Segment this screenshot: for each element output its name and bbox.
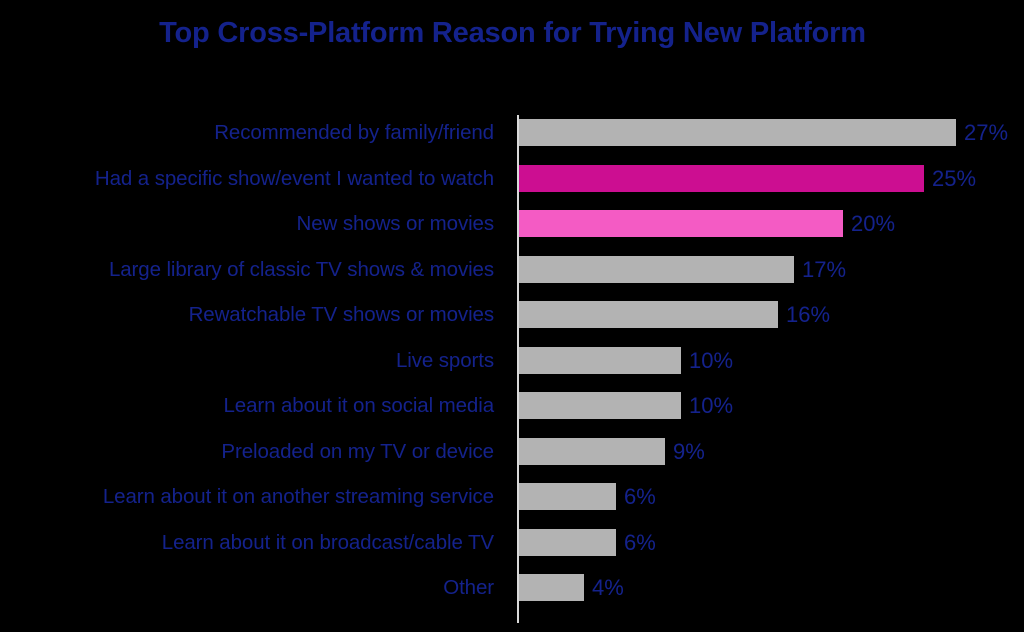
bar-row: Learn about it on another streaming serv… bbox=[0, 474, 1024, 519]
bar-and-value: 6% bbox=[519, 474, 656, 519]
bar-value-label: 4% bbox=[592, 575, 624, 600]
bar-and-value: 10% bbox=[519, 383, 733, 428]
bar bbox=[519, 346, 681, 374]
bar-and-value: 6% bbox=[519, 520, 656, 565]
bar-value-label: 20% bbox=[851, 211, 896, 236]
bar-value-label: 6% bbox=[624, 529, 656, 555]
bar-and-value: 27% bbox=[519, 110, 1008, 155]
bar bbox=[519, 119, 956, 146]
bar bbox=[519, 574, 584, 601]
bar-value-label: 10% bbox=[689, 347, 734, 373]
bar bbox=[519, 483, 616, 510]
category-label: Learn about it on another streaming serv… bbox=[102, 485, 494, 508]
category-label: Other bbox=[443, 576, 494, 599]
category-label: Preloaded on my TV or device bbox=[221, 439, 494, 463]
category-label: Had a specific show/event I wanted to wa… bbox=[94, 166, 494, 190]
chart-title: Top Cross-Platform Reason for Trying New… bbox=[159, 17, 866, 49]
bar-value-label: 17% bbox=[802, 256, 847, 282]
bar-value-label: 27% bbox=[964, 120, 1009, 145]
bar-row: Learn about it on broadcast/cable TV 6% bbox=[0, 520, 1024, 565]
bar-and-value: 10% bbox=[519, 338, 733, 383]
bar-value-label: 6% bbox=[624, 484, 656, 509]
bar-row: New shows or movies 20% bbox=[0, 201, 1024, 246]
bar bbox=[519, 392, 681, 419]
bar bbox=[519, 528, 616, 556]
bar-and-value: 20% bbox=[519, 201, 895, 246]
bar bbox=[519, 164, 924, 192]
bar-and-value: 16% bbox=[519, 292, 830, 337]
bar-row: Large library of classic TV shows & movi… bbox=[0, 247, 1024, 292]
bar-row: Had a specific show/event I wanted to wa… bbox=[0, 156, 1024, 201]
bar-row: Preloaded on my TV or device 9% bbox=[0, 429, 1024, 474]
category-label: Learn about it on broadcast/cable TV bbox=[161, 530, 494, 554]
bar bbox=[519, 301, 778, 328]
bar bbox=[519, 437, 665, 465]
bar-value-label: 10% bbox=[689, 393, 734, 418]
bar-and-value: 17% bbox=[519, 247, 846, 292]
category-label: Rewatchable TV shows or movies bbox=[188, 303, 495, 326]
bar-row: Learn about it on social media 10% bbox=[0, 383, 1024, 428]
category-label: New shows or movies bbox=[296, 212, 495, 235]
bar bbox=[519, 210, 843, 237]
bar-and-value: 25% bbox=[519, 156, 976, 201]
bar-value-label: 16% bbox=[786, 302, 831, 327]
category-label: Recommended by family/friend bbox=[214, 121, 494, 144]
category-label: Live sports bbox=[395, 348, 494, 372]
bar-and-value: 9% bbox=[519, 429, 705, 474]
bar-row: Other 4% bbox=[0, 565, 1024, 610]
bar-row: Recommended by family/friend 27% bbox=[0, 110, 1024, 155]
bar-value-label: 25% bbox=[932, 165, 977, 191]
bar-and-value: 4% bbox=[519, 565, 624, 610]
bar-row: Rewatchable TV shows or movies 16% bbox=[0, 292, 1024, 337]
category-label: Learn about it on social media bbox=[223, 394, 494, 417]
chart-container: Top Cross-Platform Reason for Trying New… bbox=[0, 0, 1024, 632]
bar-value-label: 9% bbox=[673, 438, 705, 464]
bar bbox=[519, 255, 794, 283]
plot-area: Recommended by family/friend 27% Had a spe… bbox=[0, 110, 1024, 623]
category-label: Large library of classic TV shows & movi… bbox=[108, 257, 494, 281]
bar-row: Live sports 10% bbox=[0, 338, 1024, 383]
